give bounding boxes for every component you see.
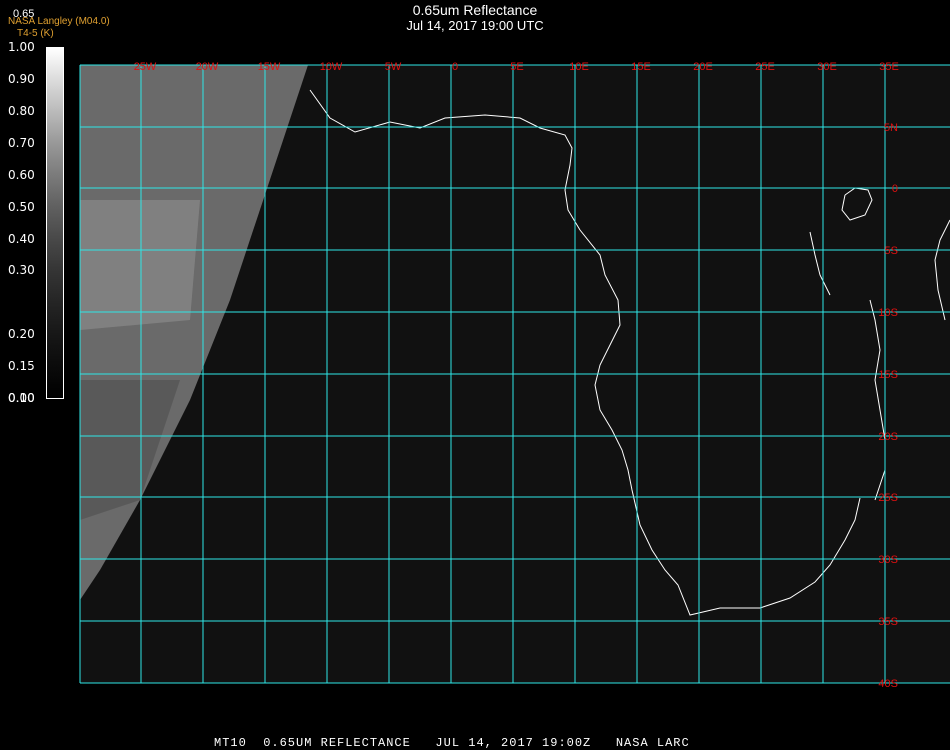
cloud-bright-region — [80, 200, 200, 330]
latitude-label: 25S — [878, 492, 898, 504]
latitude-label: 30S — [878, 554, 898, 566]
latitude-label: 0 — [892, 183, 898, 195]
latitude-label: 5S — [885, 245, 898, 257]
longitude-label: 15W — [258, 61, 281, 73]
longitude-label: 0 — [452, 61, 458, 73]
latitude-label: 35S — [878, 616, 898, 628]
longitude-label: 25E — [755, 61, 775, 73]
longitude-label: 20E — [693, 61, 713, 73]
longitude-label: 20W — [196, 61, 219, 73]
latitude-label: 20S — [878, 431, 898, 443]
latitude-label: 40S — [878, 678, 898, 690]
longitude-label: 25W — [134, 61, 157, 73]
satellite-map: 25W 20W 15W 10W 5W 0 5E 10E 15E 20E 25E 30E 35E 5N 0 5S… — [79, 61, 950, 690]
longitude-label: 35E — [879, 61, 899, 73]
longitude-label: 15E — [631, 61, 651, 73]
longitude-label: 5E — [510, 61, 523, 73]
latitude-label: 10S — [878, 307, 898, 319]
longitude-label: 10W — [320, 61, 343, 73]
longitude-label: 5W — [385, 61, 402, 73]
latitude-label: 5N — [884, 122, 898, 134]
longitude-label: 30E — [817, 61, 837, 73]
footer-caption: MT10 0.65UM REFLECTANCE JUL 14, 2017 19:… — [214, 736, 690, 750]
longitude-label: 10E — [569, 61, 589, 73]
latitude-label: 15S — [878, 369, 898, 381]
